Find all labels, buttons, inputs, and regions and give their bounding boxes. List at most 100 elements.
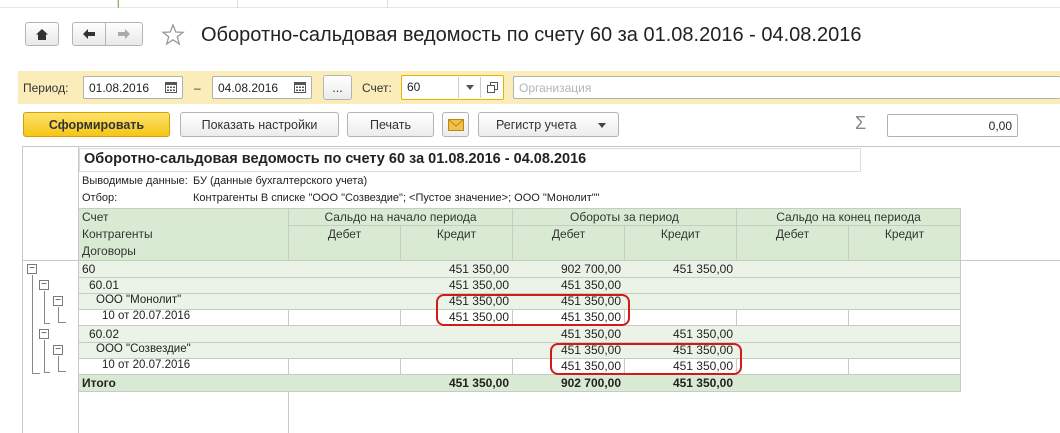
date-to-value: 04.08.2016 xyxy=(218,81,279,95)
row-6002-turn-debit: 451 350,00 xyxy=(560,327,621,341)
collapse-toggle[interactable]: − xyxy=(53,345,63,355)
home-icon xyxy=(36,28,48,40)
total-turn-debit: 902 700,00 xyxy=(560,376,621,390)
tree-line xyxy=(44,291,45,323)
row-60-open-credit: 451 350,00 xyxy=(448,262,509,276)
star-icon xyxy=(161,23,185,46)
top-strip xyxy=(0,0,1060,8)
report-left-border xyxy=(22,146,23,433)
row-sozvezdie-contract-name: 10 от 20.07.2016 xyxy=(102,359,191,371)
row-6001-turn-debit: 451 350,00 xyxy=(560,278,621,292)
back-button[interactable] xyxy=(72,22,106,46)
header-opening-debit: Дебет xyxy=(327,227,362,241)
period-select-button[interactable]: ... xyxy=(323,75,352,100)
grid-line xyxy=(79,208,960,209)
tree-line xyxy=(44,372,50,373)
collapse-toggle[interactable]: − xyxy=(27,264,37,274)
total-open-credit: 451 350,00 xyxy=(448,376,509,390)
account-open-button[interactable] xyxy=(482,77,502,98)
date-from-value: 01.08.2016 xyxy=(89,81,150,95)
grid-line xyxy=(79,374,960,375)
header-opening-balance: Сальдо на начало периода xyxy=(324,210,477,224)
period-dash: – xyxy=(194,81,201,95)
period-label: Период: xyxy=(23,81,69,95)
forward-button[interactable] xyxy=(105,22,143,46)
date-from-calendar-button[interactable] xyxy=(161,77,181,98)
account-label: Счет: xyxy=(362,81,392,95)
header-contracts: Договоры xyxy=(82,244,136,258)
chevron-down-icon xyxy=(466,85,474,90)
open-window-icon xyxy=(486,82,498,93)
tree-line xyxy=(32,275,33,373)
chevron-down-icon xyxy=(598,123,606,128)
account-value: 60 xyxy=(407,80,421,94)
annotation-oval xyxy=(436,294,630,326)
arrow-left-icon xyxy=(83,29,95,39)
row-6002-name: 60.02 xyxy=(89,327,120,341)
sigma-icon: Σ xyxy=(855,113,867,133)
account-field-divider xyxy=(480,77,481,98)
annotation-oval xyxy=(550,343,742,375)
calendar-icon xyxy=(294,82,306,93)
tree-line xyxy=(58,356,59,371)
row-sozvezdie-name: ООО "Созвездие" xyxy=(96,343,191,355)
date-to-calendar-button[interactable] xyxy=(290,77,310,98)
row-6002-turn-credit: 451 350,00 xyxy=(672,327,733,341)
tree-line xyxy=(32,373,40,374)
top-strip-marker xyxy=(118,0,119,8)
header-closing-debit: Дебет xyxy=(775,227,810,241)
envelope-icon xyxy=(447,118,464,131)
header-counterparties: Контрагенты xyxy=(82,227,153,241)
favorite-button[interactable] xyxy=(161,23,185,50)
calendar-icon xyxy=(165,82,177,93)
print-button[interactable]: Печать xyxy=(347,112,434,137)
report-title: Оборотно-сальдовая ведомость по счету 60… xyxy=(84,151,587,167)
page-title: Оборотно-сальдовая ведомость по счету 60… xyxy=(201,24,862,46)
sum-value: 0,00 xyxy=(988,119,1012,133)
top-strip-segment xyxy=(120,0,238,8)
home-button[interactable] xyxy=(25,22,59,46)
tree-line xyxy=(58,307,59,322)
top-strip-segment xyxy=(0,0,118,8)
header-turnover: Обороты за период xyxy=(570,210,679,224)
row-60-name: 60 xyxy=(82,262,96,276)
tree-line xyxy=(58,322,66,323)
grid-line xyxy=(960,208,961,392)
account-field-divider xyxy=(458,77,459,98)
tree-line xyxy=(44,340,45,372)
header-opening-credit: Кредит xyxy=(436,227,477,241)
show-settings-button[interactable]: Показать настройки xyxy=(180,112,339,137)
collapse-toggle[interactable]: − xyxy=(39,329,49,339)
total-turn-credit: 451 350,00 xyxy=(672,376,733,390)
row-monolit-name: ООО "Монолит" xyxy=(96,294,182,306)
grid-line xyxy=(79,391,960,392)
row-60-turn-credit: 451 350,00 xyxy=(672,262,733,276)
header-turnover-debit: Дебет xyxy=(551,227,586,241)
account-dropdown-button[interactable] xyxy=(460,77,480,98)
row-monolit-contract-name: 10 от 20.07.2016 xyxy=(102,310,191,322)
generate-button[interactable]: Сформировать xyxy=(23,112,170,137)
register-button[interactable]: Регистр учета xyxy=(478,112,619,137)
top-strip-segment xyxy=(238,0,388,8)
header-closing-credit: Кредит xyxy=(884,227,925,241)
header-account: Счет xyxy=(82,210,109,224)
arrow-right-icon xyxy=(118,29,130,39)
filter-value: Контрагенты В списке "ООО "Созвездие"; <… xyxy=(193,192,600,204)
sum-field[interactable]: 0,00 xyxy=(887,114,1018,137)
organization-field[interactable]: Организация xyxy=(513,76,1060,99)
grid-line xyxy=(288,208,289,433)
organization-placeholder: Организация xyxy=(519,81,592,95)
row-60-turn-debit: 902 700,00 xyxy=(560,262,621,276)
header-closing-balance: Сальдо на конец периода xyxy=(776,210,921,224)
filter-label: Отбор: xyxy=(82,192,118,204)
row-6001-open-credit: 451 350,00 xyxy=(448,278,509,292)
register-button-label: Регистр учета xyxy=(496,117,577,132)
total-name: Итого xyxy=(82,376,116,390)
header-turnover-credit: Кредит xyxy=(660,227,701,241)
report-top-border xyxy=(22,146,1060,147)
output-value: БУ (данные бухгалтерского учета) xyxy=(193,175,368,187)
collapse-toggle[interactable]: − xyxy=(39,280,49,290)
email-button[interactable] xyxy=(442,112,469,137)
tree-line xyxy=(44,323,50,324)
collapse-toggle[interactable]: − xyxy=(53,296,63,306)
